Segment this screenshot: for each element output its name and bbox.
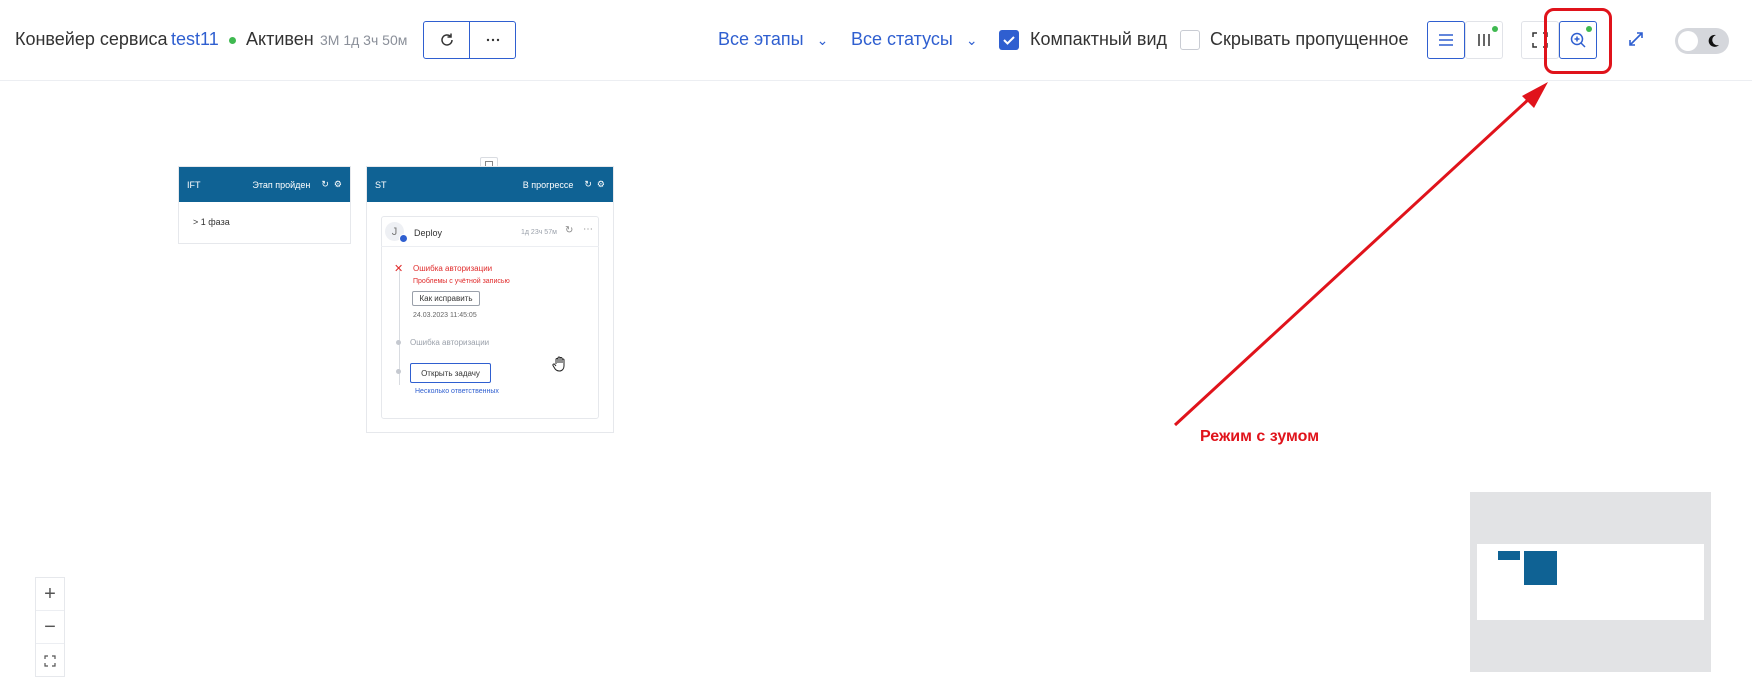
hide-skipped-label: Скрывать пропущенное [1210, 29, 1409, 49]
stages-filter-label: Все этапы [718, 29, 804, 49]
chevron-down-icon: ⌄ [816, 32, 829, 48]
refresh-button[interactable] [424, 22, 469, 58]
compact-view-checkbox[interactable] [999, 30, 1019, 50]
error-title: Ошибка авторизации [413, 264, 493, 273]
stage-status: В прогрессе [522, 179, 574, 190]
how-to-fix-button[interactable]: Как исправить [412, 291, 480, 306]
stage-header: IFT Этап пройден ↻ ⚙ [179, 167, 350, 202]
more-icon[interactable]: ⋯ [583, 224, 593, 235]
responsible-link[interactable]: Несколько ответственных [415, 388, 499, 395]
refresh-icon[interactable]: ↻ [565, 225, 573, 236]
expand-icon [1629, 32, 1643, 46]
status-dot [229, 37, 236, 44]
stage-name: IFT [187, 179, 201, 190]
chevron-down-icon: ⌄ [965, 32, 978, 48]
service-link[interactable]: test11 [171, 29, 219, 50]
hand-cursor-icon [552, 356, 565, 372]
stage-status: Этап пройден [252, 179, 311, 190]
annotation-label: Режим с зумом [1200, 428, 1320, 445]
statuses-filter-label: Все статусы [851, 29, 953, 49]
step-title: Ошибка авторизации [410, 338, 490, 347]
check-icon [1003, 36, 1015, 45]
toggle-knob [1678, 31, 1698, 51]
gear-icon[interactable]: ⚙ [597, 179, 605, 190]
compact-view-label: Компактный вид [1030, 29, 1168, 49]
divider [381, 246, 599, 247]
job-name: Deploy [414, 228, 443, 238]
open-task-button[interactable]: Открыть задачу [410, 363, 491, 383]
status-text: Активен [246, 29, 314, 49]
columns-view-button[interactable] [1465, 21, 1503, 59]
toolbar: Конвейер сервиса test11 Активен 3М 1д 3ч… [0, 0, 1752, 81]
zoom-controls: + − [35, 577, 65, 677]
statuses-filter-dropdown[interactable]: Все статусы ⌄ [851, 29, 978, 50]
phase-toggle[interactable]: > 1 фаза [193, 217, 230, 227]
minimap-stage-st [1524, 551, 1557, 585]
annotation-highlight-box [1544, 8, 1612, 74]
avatar-badge [399, 234, 408, 243]
stage-card-ift[interactable]: IFT Этап пройден ↻ ⚙ [178, 166, 351, 244]
stage-name: ST [375, 179, 387, 190]
refresh-icon[interactable]: ↻ [584, 179, 592, 190]
dark-mode-toggle[interactable] [1675, 28, 1729, 54]
minimap[interactable] [1470, 492, 1711, 672]
error-x-icon: ✕ [394, 263, 404, 275]
action-button-group [423, 21, 516, 59]
list-view-icon [1439, 34, 1453, 46]
columns-view-icon [1478, 34, 1490, 46]
moon-icon [1708, 34, 1719, 47]
expand-button[interactable] [1627, 30, 1645, 53]
more-icon [486, 38, 499, 42]
refresh-icon [440, 33, 453, 46]
timeline-dot [396, 369, 401, 374]
error-timestamp: 24.03.2023 11:45:05 [413, 312, 477, 319]
page-title: Конвейер сервиса [15, 29, 168, 49]
minimap-stage-ift [1498, 551, 1520, 560]
stages-filter-dropdown[interactable]: Все этапы ⌄ [718, 29, 828, 50]
hide-skipped-checkbox[interactable] [1180, 30, 1200, 50]
duration-text: 3М 1д 3ч 50м [320, 32, 408, 48]
error-subtitle: Проблемы с учётной записью [413, 278, 510, 285]
fit-screen-icon [44, 654, 56, 667]
timeline-line [399, 270, 400, 385]
zoom-out-button[interactable]: − [36, 611, 64, 644]
zoom-in-button[interactable]: + [36, 578, 64, 611]
more-button[interactable] [469, 22, 515, 58]
list-view-button[interactable] [1427, 21, 1465, 59]
fit-view-button[interactable] [36, 644, 64, 677]
refresh-icon[interactable]: ↻ [321, 179, 329, 190]
job-time: 1д 23ч 57м [521, 229, 557, 236]
gear-icon[interactable]: ⚙ [334, 179, 342, 190]
stage-header: ST В прогрессе ↻ ⚙ [367, 167, 613, 202]
timeline-dot [396, 340, 401, 345]
active-dot [1492, 26, 1498, 32]
